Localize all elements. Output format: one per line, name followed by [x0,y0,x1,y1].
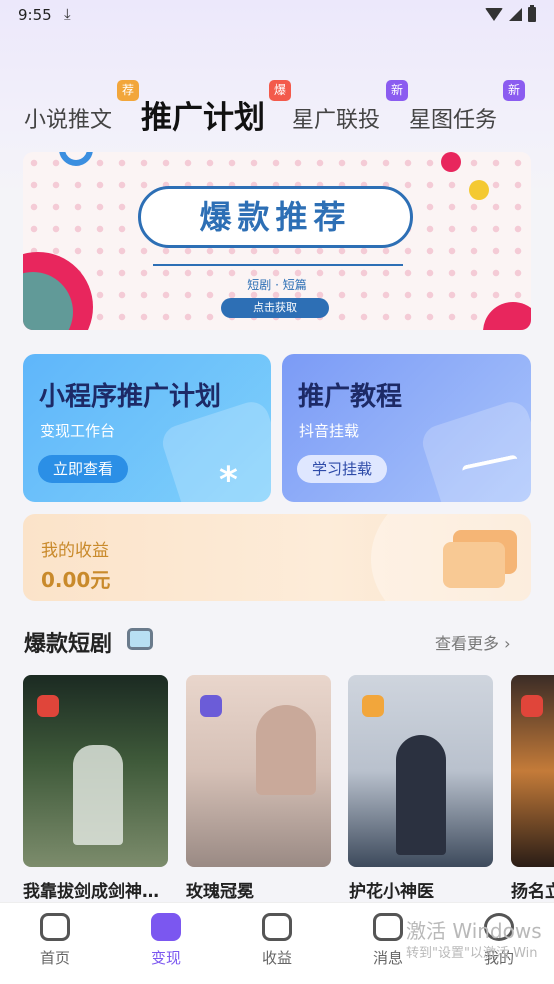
windows-watermark: 激活 Windows [406,919,542,943]
view-now-button[interactable]: 立即查看 [38,455,129,483]
nav-income-label: 收益 [261,949,292,967]
drama-title[interactable]: 护花小神医 [349,877,434,902]
card-decoration [158,397,271,502]
nav-income[interactable]: 收益 [237,913,317,968]
tutorial-card[interactable]: 推广教程 抖音挂载 学习挂载 [282,354,531,502]
signal-icon [509,8,522,21]
tab-badge-new: 新 [386,80,408,101]
download-icon: ⤓ [64,5,71,23]
platform-icon [37,695,59,717]
banner-divider [153,264,403,266]
poster-figure [256,705,316,795]
see-more-link[interactable]: 查看更多 › [435,630,511,654]
tab-badge-recommend: 荐 [117,80,139,101]
tab-star-tasks[interactable]: 星图任务 [409,102,497,134]
banner-get-button[interactable]: 点击获取 [221,298,329,318]
tab-badge-new: 新 [503,80,525,101]
wifi-icon [485,8,503,21]
hot-dramas-title: 爆款短剧 [24,632,113,657]
status-time: 9:55 [18,6,52,24]
status-icons [485,5,536,22]
drama-poster[interactable] [511,675,554,867]
home-icon [40,913,70,941]
tab-novel[interactable]: 小说推文 [24,102,112,134]
income-label: 我的收益 [41,541,109,561]
battery-icon [528,5,536,22]
nav-home-label: 首页 [39,949,70,967]
banner-title: 爆款推荐 [138,186,413,248]
spark-icon: ⁎ [219,450,238,491]
drama-poster[interactable] [186,675,331,867]
banner-decoration [469,180,489,200]
card-icon [443,542,505,588]
mini-program-title: 小程序推广计划 [39,382,222,412]
status-bar: 9:55 ⤓ [0,0,554,30]
tv-icon [127,628,153,650]
tutorial-title: 推广教程 [298,382,403,412]
platform-icon [362,695,384,717]
tab-promotion-plan[interactable]: 推广计划 [141,92,265,137]
income-card[interactable]: 我的收益 0.00元 [23,514,531,601]
message-icon [373,913,403,941]
banner-decoration [441,152,461,172]
drama-poster[interactable] [23,675,168,867]
banner-subtitle: 短剧 · 短篇 [247,278,307,292]
category-tabs: 小说推文 荐 推广计划 爆 星广联投 新 星图任务 新 [0,80,554,140]
card-decoration [418,397,531,502]
mini-program-subtitle: 变现工作台 [40,422,116,440]
poster-figure [396,735,446,855]
learn-mount-button[interactable]: 学习挂载 [297,455,388,483]
mini-program-card[interactable]: 小程序推广计划 变现工作台 立即查看 ⁎ [23,354,271,502]
nav-monetize[interactable]: 变现 [126,913,206,968]
drama-poster[interactable] [348,675,493,867]
drama-title[interactable]: 扬名立 [511,877,554,902]
platform-icon [200,695,222,717]
tab-badge-hot: 爆 [269,80,291,101]
nav-home[interactable]: 首页 [15,913,95,968]
monetize-icon [151,913,181,941]
platform-icon [521,695,543,717]
income-value: 0.00元 [41,568,111,592]
tab-star-ads[interactable]: 星广联投 [292,102,380,134]
wallet-icon [262,913,292,941]
promo-banner[interactable]: 爆款推荐 短剧 · 短篇 点击获取 [23,152,531,330]
windows-watermark-sub: 转到"设置"以激活 Win [406,946,538,961]
see-more-label: 查看更多 [435,634,500,653]
nav-monetize-label: 变现 [150,949,181,967]
drama-title[interactable]: 我靠拔剑成剑神… [23,877,159,902]
poster-figure [73,745,123,845]
drama-title[interactable]: 玫瑰冠冕 [186,877,254,902]
chevron-right-icon: › [504,634,511,653]
tutorial-subtitle: 抖音挂载 [299,422,360,440]
